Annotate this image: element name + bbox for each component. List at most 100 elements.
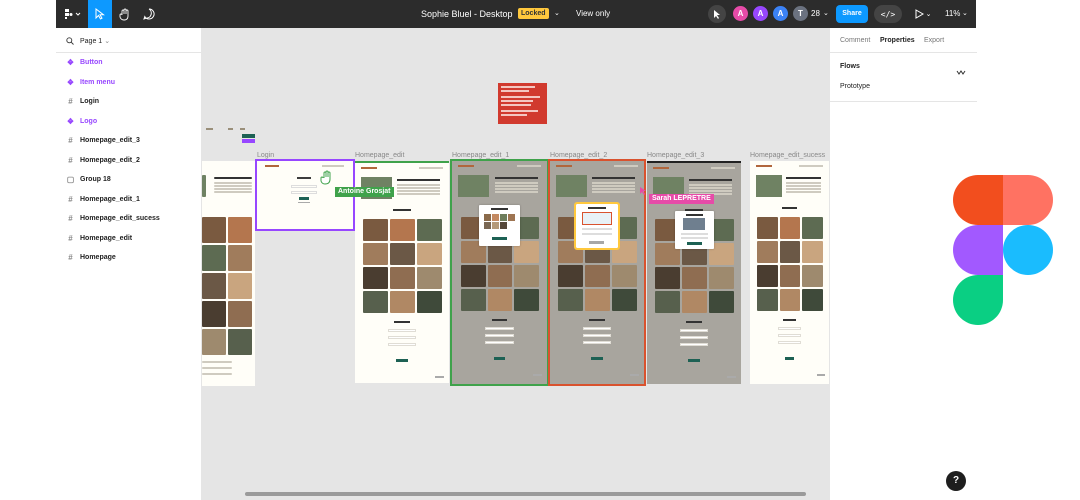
layer-item[interactable]: # Homepage — [56, 250, 202, 266]
gallery-modal[interactable] — [479, 205, 520, 246]
canvas[interactable]: Login Homepage_edit Homepage_edit_1 Home… — [202, 28, 829, 500]
page-label[interactable]: Page 1 — [80, 38, 102, 45]
code-view-toggle[interactable]: </> — [874, 5, 902, 23]
mockup-element — [689, 179, 732, 181]
item-menu-component[interactable] — [242, 139, 255, 143]
figma-logo — [953, 175, 1053, 325]
frame-label-homepage-edit-sucess[interactable]: Homepage_edit_sucess — [750, 152, 825, 159]
mockup-element — [494, 191, 538, 193]
toolbar: Sophie Bluel - Desktop Locked ⌄ View onl… — [56, 0, 976, 28]
layer-item[interactable]: # Homepage_edit_sucess — [56, 211, 202, 227]
mockup-element — [779, 265, 801, 287]
layer-label: Button — [80, 59, 103, 66]
canvas-element[interactable] — [206, 128, 213, 130]
button-component[interactable] — [242, 134, 255, 138]
search-icon[interactable] — [66, 37, 74, 45]
present-button[interactable]: ⌄ — [912, 0, 934, 28]
mockup-element — [485, 327, 514, 330]
frame-label-homepage-edit-1[interactable]: Homepage_edit_1 — [452, 152, 509, 159]
layer-label: Group 18 — [80, 176, 111, 183]
layers-panel: Page 1 ⌄ ❖ Button ❖ Item menu # Login ❖ Logo # Ho… — [56, 28, 202, 500]
horizontal-scrollbar[interactable] — [245, 492, 806, 496]
move-tool-button[interactable] — [88, 0, 112, 28]
layer-item[interactable]: # Homepage_edit — [56, 231, 202, 247]
frame-homepage-edit-1[interactable] — [450, 159, 549, 386]
layer-label: Homepage — [80, 254, 116, 261]
mockup-element — [416, 267, 442, 289]
layer-item[interactable]: ❖ Button — [56, 55, 202, 71]
frame-homepage-edit-sucess[interactable] — [750, 161, 829, 384]
mockup-element — [532, 374, 543, 376]
frame-label-homepage-edit-2[interactable]: Homepage_edit_2 — [550, 152, 607, 159]
avatar[interactable]: A — [753, 6, 768, 21]
frame-homepage[interactable] — [202, 161, 255, 386]
tab-comment[interactable]: Comment — [840, 37, 870, 44]
share-button[interactable]: Share — [836, 5, 868, 23]
mockup-element — [416, 243, 442, 265]
mockup-element — [387, 343, 417, 346]
frame-label-homepage-edit[interactable]: Homepage_edit — [355, 152, 404, 159]
layer-label: Homepage_edit — [80, 234, 133, 242]
mockup-element — [679, 329, 709, 332]
mockup-element — [361, 167, 377, 169]
mockup-element — [458, 165, 474, 167]
layer-item[interactable]: # Homepage_edit_3 — [56, 133, 202, 149]
avatar[interactable]: A — [773, 6, 788, 21]
zoom-level[interactable]: 11% — [945, 0, 960, 28]
pink-cursor-icon — [639, 183, 647, 201]
mockup-element — [202, 175, 206, 197]
avatar[interactable]: A — [733, 6, 748, 21]
layer-label: Login — [80, 98, 100, 105]
layer-item[interactable]: # Homepage_edit_1 — [56, 192, 202, 208]
mockup-element — [494, 177, 538, 179]
main-menu-button[interactable] — [60, 0, 86, 28]
frame-homepage-edit-2[interactable] — [548, 159, 646, 386]
add-photo-modal[interactable] — [574, 202, 620, 250]
layer-item[interactable]: ❖ Item menu — [56, 75, 202, 91]
canvas-element[interactable] — [240, 128, 245, 130]
layer-item[interactable]: # Homepage_edit_2 — [56, 153, 202, 169]
flows-icon[interactable] — [956, 63, 966, 81]
mockup-element — [491, 319, 508, 321]
tab-properties[interactable]: Properties — [880, 37, 915, 44]
canvas-element[interactable] — [228, 128, 233, 130]
layer-label: Homepage_edit_1 — [80, 195, 140, 203]
mockup-element — [689, 187, 732, 189]
prototype-label[interactable]: Prototype — [840, 83, 870, 90]
mockup-element — [416, 219, 442, 241]
mockup-element — [214, 177, 252, 179]
comment-tool-button[interactable] — [138, 0, 160, 28]
mockup-element — [202, 361, 232, 363]
frame-label-homepage-edit-3[interactable]: Homepage_edit_3 — [647, 152, 704, 159]
mockup-element — [708, 267, 734, 289]
mockup-element — [202, 273, 226, 299]
layer-item[interactable]: ❖ Logo — [56, 114, 202, 130]
mockup-element — [711, 167, 735, 169]
preview-modal[interactable] — [675, 211, 714, 249]
viewer-count[interactable]: 28 — [811, 0, 820, 28]
mockup-element — [785, 182, 822, 184]
view-mode-label[interactable]: View only — [576, 0, 610, 28]
layer-item[interactable]: # Login — [56, 94, 202, 110]
divider — [830, 101, 977, 102]
sticky-note[interactable] — [498, 83, 547, 124]
multiplayer-cursor-button[interactable] — [706, 0, 728, 28]
mockup-element — [397, 190, 440, 192]
mockup-element — [363, 219, 389, 241]
mockup-element — [202, 245, 226, 271]
frame-label-login[interactable]: Login — [257, 152, 274, 159]
mockup-element — [556, 175, 588, 197]
page-selector[interactable]: Page 1 ⌄ — [66, 34, 110, 48]
mockup-element — [582, 327, 612, 330]
avatar[interactable]: T — [793, 6, 808, 21]
mockup-element — [387, 336, 417, 339]
tab-export[interactable]: Export — [924, 37, 944, 44]
mockup-element — [419, 167, 443, 169]
mockup-element — [689, 190, 732, 192]
file-title[interactable]: Sophie Bluel - Desktop — [421, 0, 513, 28]
layer-item[interactable]: ▢ Group 18 — [56, 172, 202, 188]
help-button[interactable]: ? — [946, 471, 966, 491]
mockup-element — [777, 341, 802, 344]
hand-tool-button[interactable] — [114, 0, 136, 28]
chevron-down-icon[interactable]: ⌄ — [554, 0, 560, 28]
